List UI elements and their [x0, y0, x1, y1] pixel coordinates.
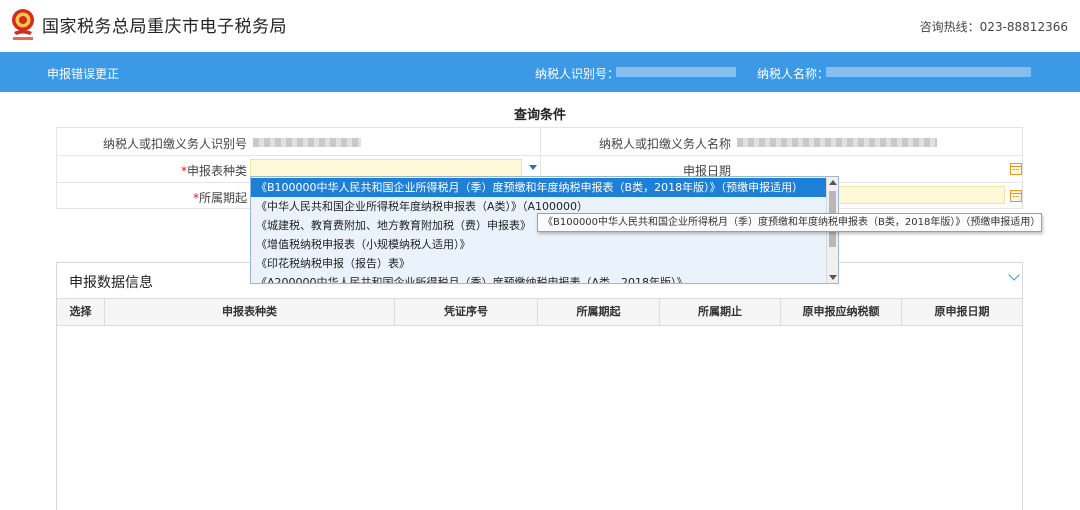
nav-taxpayer-id-redacted [616, 67, 736, 77]
scroll-down-icon[interactable] [829, 275, 837, 280]
table-header: 选择 申报表种类 凭证序号 所属期起 所属期止 原申报应纳税额 原申报日期 [57, 298, 1022, 326]
taxpayer-name-value-redacted [737, 138, 937, 147]
site-header: 国家税务总局重庆市电子税务局 咨询热线：023-88812366 [0, 0, 1080, 52]
dropdown-option[interactable]: 《B100000中华人民共和国企业所得税月（季）度预缴和年度纳税申报表（B类，2… [251, 178, 827, 197]
dropdown-option[interactable]: 《A200000中华人民共和国企业所得税月（季）度预缴纳税申报表（A类，2018… [251, 273, 827, 283]
period-end-input[interactable] [837, 186, 1005, 204]
panel-title: 申报数据信息 [69, 275, 153, 291]
nav-taxpayer-name-label: 纳税人名称： [757, 67, 830, 81]
option-tooltip: 《B100000中华人民共和国企业所得税月（季）度预缴和年度纳税申报表（B类，2… [537, 213, 1042, 232]
hotline-text: 咨询热线：023-88812366 [919, 20, 1068, 34]
taxpayer-id-label: 纳税人或扣缴义务人识别号 [102, 137, 247, 151]
period-start-label: *所属期起 [192, 191, 247, 205]
column-header[interactable]: 所属期起 [538, 299, 660, 325]
taxpayer-name-label: 纳税人或扣缴义务人名称 [598, 137, 731, 151]
dropdown-option[interactable]: 《印花税纳税申报（报告）表》 [251, 254, 827, 273]
form-type-select[interactable] [250, 159, 522, 177]
query-title: 查询条件 [513, 108, 566, 123]
chevron-down-icon[interactable] [1008, 269, 1020, 281]
report-data-panel: 申报数据信息 选择 申报表种类 凭证序号 所属期起 所属期止 原申报应纳税额 原… [56, 262, 1023, 510]
nav-taxpayer-name-redacted [826, 67, 1031, 77]
nav-bar: 申报错误更正 纳税人识别号： 纳税人名称： [0, 52, 1080, 92]
chevron-down-icon[interactable] [529, 165, 537, 170]
column-header[interactable]: 原申报日期 [902, 299, 1022, 325]
calendar-icon[interactable] [1010, 163, 1022, 175]
scroll-up-icon[interactable] [829, 180, 837, 185]
column-header[interactable]: 所属期止 [660, 299, 781, 325]
column-header[interactable]: 凭证序号 [395, 299, 538, 325]
dropdown-option[interactable]: 《增值税纳税申报表（小规模纳税人适用）》 [251, 235, 827, 254]
calendar-icon[interactable] [1010, 190, 1022, 202]
form-type-label: *申报表种类 [180, 164, 247, 178]
nav-taxpayer-id-label: 纳税人识别号： [535, 67, 620, 81]
site-title: 国家税务总局重庆市电子税务局 [42, 17, 287, 37]
taxpayer-id-value-redacted [253, 138, 361, 147]
column-header[interactable]: 申报表种类 [105, 299, 395, 325]
column-header[interactable]: 原申报应纳税额 [781, 299, 902, 325]
column-header[interactable]: 选择 [57, 299, 105, 325]
tax-emblem-icon [12, 9, 34, 40]
nav-page-title: 申报错误更正 [47, 67, 120, 81]
